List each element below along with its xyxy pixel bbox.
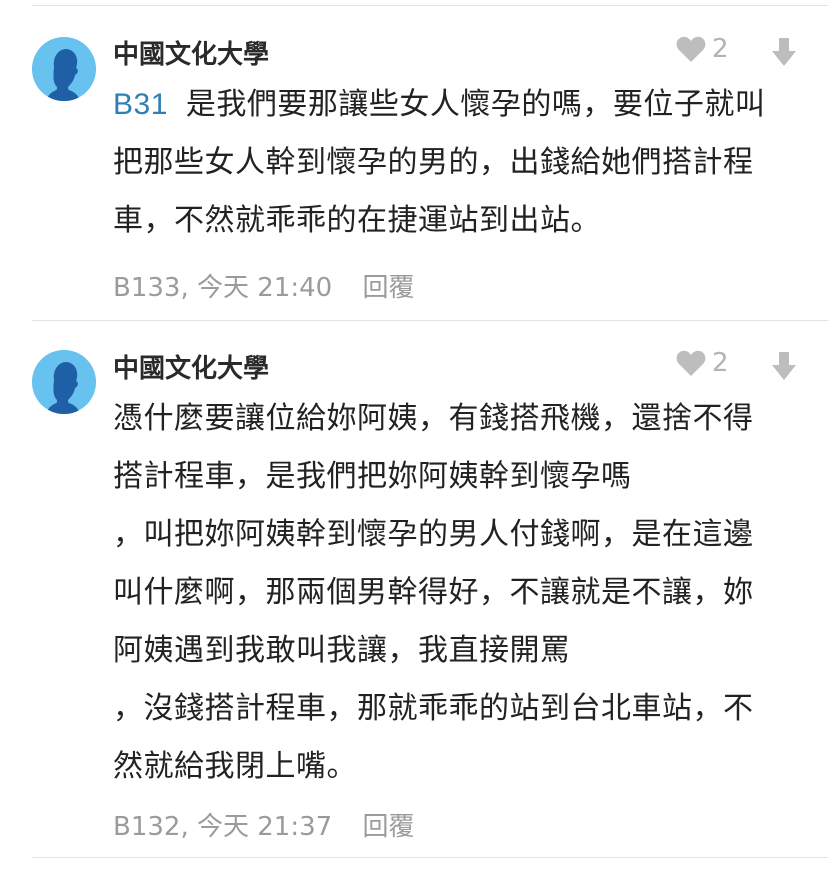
- comment-line: B31 是我們要那讓些女人懷孕的嗎，要位子就叫: [113, 76, 803, 134]
- comment-meta: B132, 今天 21:37 回覆: [113, 806, 414, 843]
- floor-reference-link[interactable]: B31: [113, 88, 168, 121]
- comment-line: 然就給我閉上嘴。: [113, 749, 357, 784]
- comment-line: ，叫把妳阿姨幹到懷孕的男人付錢啊，是在這邊: [113, 517, 754, 552]
- person-silhouette-icon: [32, 37, 96, 101]
- comment-line: 把那些女人幹到懷孕的男的，出錢給她們搭計程: [113, 145, 754, 180]
- comment-line: ，沒錢搭計程車，那就乖乖的站到台北車站，不: [113, 691, 754, 726]
- down-arrow-icon[interactable]: [771, 36, 797, 68]
- author-name[interactable]: 中國文化大學: [113, 348, 269, 385]
- comment-item: 中國文化大學 2 B31 是我們要那讓些女人懷孕的嗎，要位子就叫 把那些女人幹到懷…: [0, 0, 828, 320]
- person-silhouette-icon: [32, 350, 96, 414]
- comment-body: B31 是我們要那讓些女人懷孕的嗎，要位子就叫 把那些女人幹到懷孕的男的，出錢給她…: [113, 76, 803, 250]
- comment-meta: B133, 今天 21:40 回覆: [113, 267, 414, 304]
- avatar[interactable]: [32, 350, 96, 414]
- heart-icon: [676, 35, 706, 63]
- comment-line: 搭計程車，是我們把妳阿姨幹到懷孕嗎: [113, 459, 632, 494]
- avatar[interactable]: [32, 37, 96, 101]
- reply-button[interactable]: 回覆: [362, 812, 414, 842]
- heart-icon: [676, 349, 706, 377]
- like-button[interactable]: 2: [676, 34, 729, 64]
- timestamp: 今天 21:37: [197, 812, 333, 842]
- timestamp: 今天 21:40: [197, 273, 333, 303]
- down-arrow-icon[interactable]: [771, 350, 797, 382]
- author-name[interactable]: 中國文化大學: [113, 34, 269, 71]
- like-button[interactable]: 2: [676, 348, 729, 378]
- comment-line: 阿姨遇到我敢叫我讓，我直接開罵: [113, 633, 571, 668]
- bottom-divider: [32, 857, 828, 858]
- comment-line-text: 是我們要那讓些女人懷孕的嗎，要位子就叫: [185, 87, 766, 122]
- floor-number: B133,: [113, 273, 189, 303]
- reply-button[interactable]: 回覆: [362, 273, 414, 303]
- comment-line: 車，不然就乖乖的在捷運站到出站。: [113, 203, 601, 238]
- like-count: 2: [712, 34, 729, 64]
- comment-body: 憑什麼要讓位給妳阿姨，有錢搭飛機，還捨不得 搭計程車，是我們把妳阿姨幹到懷孕嗎 …: [113, 390, 803, 796]
- floor-number: B132,: [113, 812, 189, 842]
- like-count: 2: [712, 348, 729, 378]
- comment-line: 叫什麼啊，那兩個男幹得好，不讓就是不讓，妳: [113, 575, 754, 610]
- comment-line: 憑什麼要讓位給妳阿姨，有錢搭飛機，還捨不得: [113, 401, 754, 436]
- comment-item: 中國文化大學 2 憑什麼要讓位給妳阿姨，有錢搭飛機，還捨不得 搭計程車，是我們把…: [0, 320, 828, 860]
